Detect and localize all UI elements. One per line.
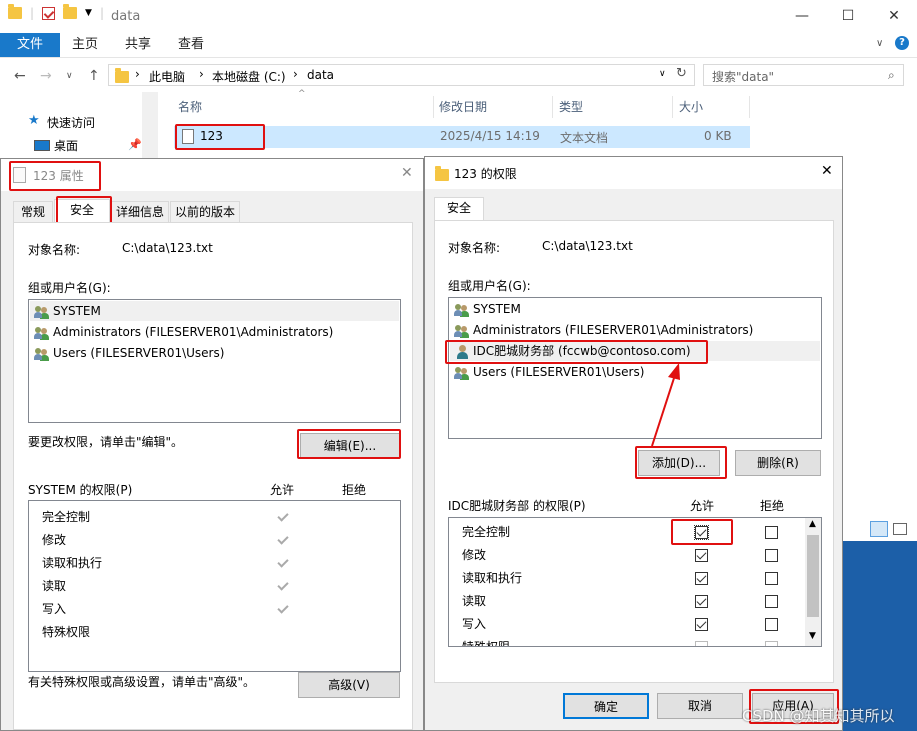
arrow-line (651, 374, 676, 447)
arrow-head (668, 363, 680, 380)
annotation-arrow (651, 363, 680, 447)
watermark: CSDN @知其知其所以 (742, 707, 895, 725)
